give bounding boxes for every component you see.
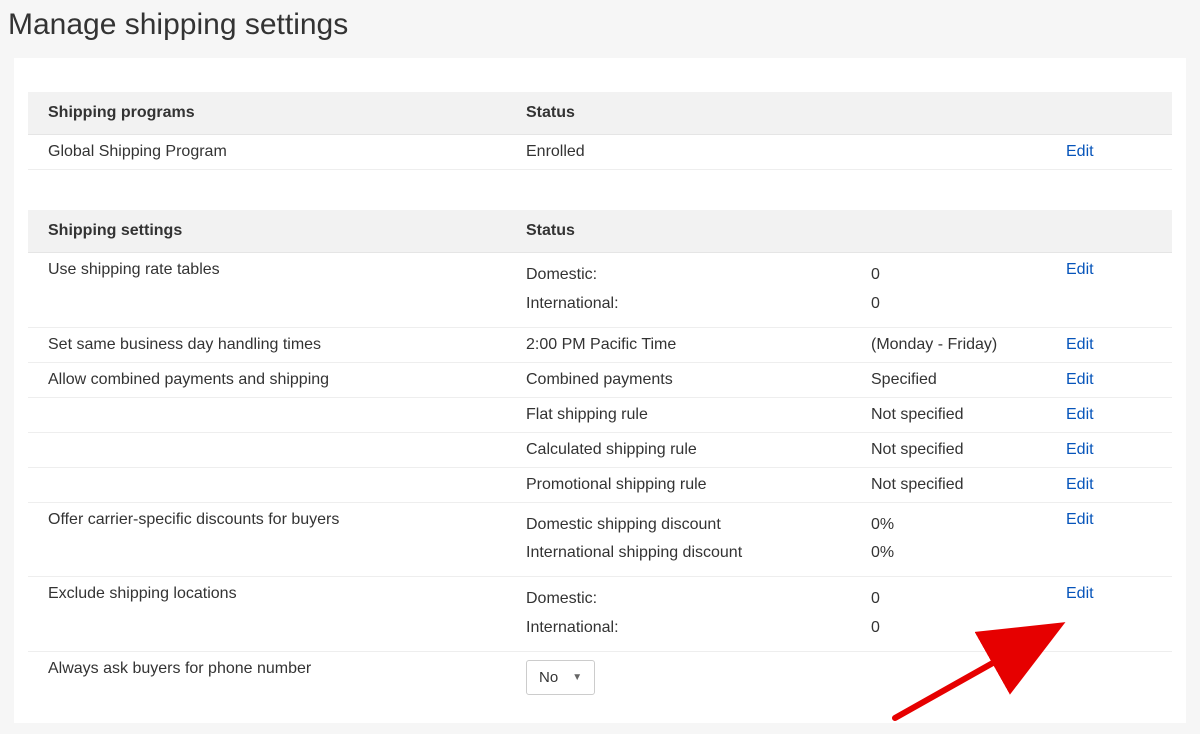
row-status: Enrolled [526, 143, 871, 161]
row-name: Exclude shipping locations [48, 585, 526, 603]
row-name: Offer carrier-specific discounts for buy… [48, 511, 526, 529]
row-name: Always ask buyers for phone number [48, 660, 526, 678]
edit-button[interactable]: Edit [1066, 406, 1094, 423]
header-status: Status [526, 104, 871, 122]
table-row: Calculated shipping rule Not specified E… [28, 433, 1172, 468]
row-value-line: Not specified [871, 476, 1066, 494]
edit-button[interactable]: Edit [1066, 511, 1094, 528]
shipping-programs-section: Shipping programs Status Global Shipping… [28, 92, 1172, 170]
row-value-line: 0 [871, 614, 1066, 643]
page-title: Manage shipping settings [0, 0, 1200, 58]
edit-button[interactable]: Edit [1066, 585, 1094, 602]
row-status-line: International shipping discount [526, 539, 871, 568]
table-row: Promotional shipping rule Not specified … [28, 468, 1172, 503]
row-value: (Monday - Friday) [871, 336, 1066, 354]
shipping-programs-header: Shipping programs Status [28, 92, 1172, 135]
row-status-line: Domestic: [526, 585, 871, 614]
table-row: Use shipping rate tables Domestic: Inter… [28, 253, 1172, 328]
edit-button[interactable]: Edit [1066, 261, 1094, 278]
row-value-line: 0% [871, 539, 1066, 568]
phone-select[interactable]: No ▼ [526, 660, 595, 695]
row-status-line: Domestic: [526, 261, 871, 290]
row-value-line: 0% [871, 511, 1066, 540]
row-status-line: Combined payments [526, 371, 871, 389]
header-name: Shipping programs [48, 104, 526, 122]
table-row: Exclude shipping locations Domestic: Int… [28, 577, 1172, 652]
settings-card: Shipping programs Status Global Shipping… [14, 58, 1186, 723]
edit-button[interactable]: Edit [1066, 143, 1094, 160]
row-status: 2:00 PM Pacific Time [526, 336, 871, 354]
row-status-line: International: [526, 614, 871, 643]
table-row: Set same business day handling times 2:0… [28, 328, 1172, 363]
edit-button[interactable]: Edit [1066, 476, 1094, 493]
row-value-line: Not specified [871, 406, 1066, 424]
table-row: Flat shipping rule Not specified Edit [28, 398, 1172, 433]
table-row: Always ask buyers for phone number No ▼ [28, 652, 1172, 703]
row-value-line: Not specified [871, 441, 1066, 459]
table-row: Allow combined payments and shipping Com… [28, 363, 1172, 398]
row-status-line: Flat shipping rule [526, 406, 871, 424]
row-name: Set same business day handling times [48, 336, 526, 354]
row-status-line: Promotional shipping rule [526, 476, 871, 494]
row-status-line: Domestic shipping discount [526, 511, 871, 540]
row-status-line: International: [526, 290, 871, 319]
row-value-line: 0 [871, 585, 1066, 614]
chevron-down-icon: ▼ [572, 672, 582, 683]
shipping-settings-section: Shipping settings Status Use shipping ra… [28, 210, 1172, 703]
edit-button[interactable]: Edit [1066, 336, 1094, 353]
row-name: Use shipping rate tables [48, 261, 526, 279]
edit-button[interactable]: Edit [1066, 441, 1094, 458]
shipping-settings-header: Shipping settings Status [28, 210, 1172, 253]
header-status: Status [526, 222, 871, 240]
select-value: No [539, 669, 558, 686]
header-name: Shipping settings [48, 222, 526, 240]
edit-button[interactable]: Edit [1066, 371, 1094, 388]
row-value-line: 0 [871, 261, 1066, 290]
table-row: Global Shipping Program Enrolled Edit [28, 135, 1172, 170]
row-status-line: Calculated shipping rule [526, 441, 871, 459]
row-name: Allow combined payments and shipping [48, 371, 526, 389]
row-name: Global Shipping Program [48, 143, 526, 161]
row-value-line: 0 [871, 290, 1066, 319]
table-row: Offer carrier-specific discounts for buy… [28, 503, 1172, 578]
row-value-line: Specified [871, 371, 1066, 389]
